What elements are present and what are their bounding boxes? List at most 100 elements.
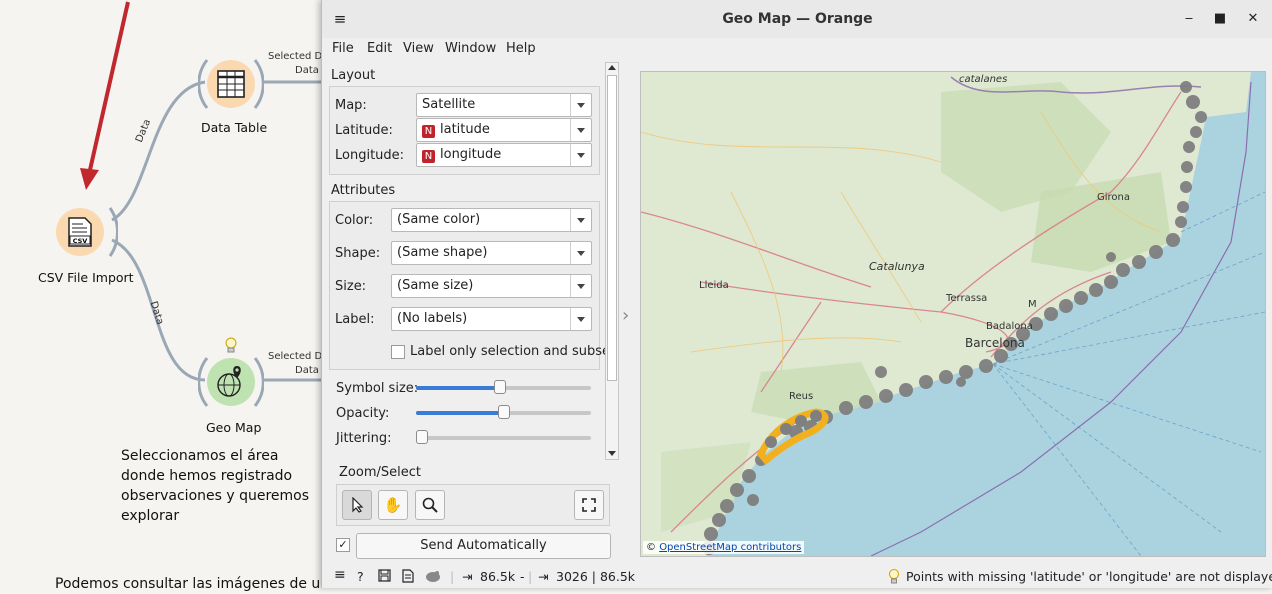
color-value: (Same color) [397, 212, 481, 227]
label-combo[interactable]: (No labels) [391, 307, 592, 331]
send-automatically-checkbox[interactable]: ✓ [336, 538, 350, 552]
map-view[interactable]: catalanes Girona Catalunya Lleida Terras… [640, 71, 1266, 557]
canvas-bottom-note[interactable]: Podemos consultar las imágenes de una [55, 574, 338, 594]
map-label: Map: [335, 98, 367, 113]
map-value: Satellite [422, 97, 476, 112]
csv-file-icon: CSV [68, 217, 92, 247]
save-icon[interactable] [378, 569, 391, 585]
hamburger-menu-icon[interactable]: ≡ [334, 567, 346, 583]
lightbulb-icon [888, 569, 900, 587]
edge-label-selected-1: Selected Da [268, 51, 329, 62]
scroll-down-icon[interactable] [608, 451, 616, 456]
chevron-down-icon [570, 94, 591, 116]
slider-handle[interactable] [494, 380, 506, 394]
input-data-icon: ⇥ [462, 569, 473, 584]
note-line: donde hemos registrado [121, 468, 293, 484]
edge-label-selected-2: Selected Da [268, 351, 329, 362]
node-brackets [197, 357, 265, 407]
canvas-note[interactable]: Seleccionamos el área donde hemos regist… [121, 446, 309, 526]
chevron-down-icon [570, 119, 591, 141]
map-attribution: © OpenStreetMap contributors [643, 541, 805, 554]
size-combo[interactable]: (Same size) [391, 274, 592, 298]
note-line: Seleccionamos el área [121, 448, 279, 464]
jittering-label: Jittering: [336, 431, 392, 446]
longitude-combo[interactable]: Nlongitude [416, 143, 592, 167]
table-icon [217, 70, 245, 98]
help-icon[interactable]: ? [357, 569, 364, 584]
input-summary: 86.5k [480, 569, 516, 584]
symbol-size-slider[interactable] [416, 380, 591, 394]
geo-map-window: ≡ Geo Map — Orange ‒ ■ ✕ File Edit View … [321, 0, 1272, 588]
label-only-selection-label: Label only selection and subset [410, 344, 616, 359]
report-icon[interactable] [402, 569, 414, 586]
edge-label-data-out-1: Data [295, 65, 319, 76]
opacity-slider[interactable] [416, 405, 591, 419]
map-place-catalanes: catalanes [959, 74, 1008, 85]
fit-extent-icon[interactable] [574, 490, 604, 520]
status-bar: ≡ ? | ⇥ 86.5k - | ⇥ 3026 | 86.5k Points … [322, 565, 1272, 588]
node-data-table[interactable] [197, 56, 265, 112]
label-value: (No labels) [397, 311, 468, 326]
color-label: Color: [335, 213, 374, 228]
map-canvas[interactable] [641, 72, 1265, 556]
longitude-value: longitude [440, 147, 502, 162]
color-combo[interactable]: (Same color) [391, 208, 592, 232]
map-place-m: M [1028, 299, 1037, 310]
node-brackets [197, 59, 265, 109]
node-csv-import[interactable]: CSV [56, 204, 119, 260]
numeric-badge-icon: N [422, 150, 435, 163]
red-arrow-head [80, 168, 99, 190]
shape-combo[interactable]: (Same shape) [391, 241, 592, 265]
red-arrow [88, 1, 130, 171]
attribution-prefix: © [646, 542, 656, 553]
numeric-badge-icon: N [422, 125, 435, 138]
title-bar: ≡ Geo Map — Orange ‒ ■ ✕ [322, 0, 1272, 39]
menu-edit[interactable]: Edit [367, 41, 392, 56]
edge-label-data-out-2: Data [295, 365, 319, 376]
controls-scrollbar[interactable] [605, 62, 619, 460]
slider-handle[interactable] [498, 405, 510, 419]
slider-handle[interactable] [416, 430, 428, 444]
chevron-down-icon [570, 144, 591, 166]
node-label-data-table: Data Table [201, 120, 268, 135]
status-divider: | [450, 569, 455, 584]
menu-window[interactable]: Window [445, 41, 496, 56]
send-automatically-button[interactable]: Send Automatically [356, 533, 611, 559]
link-csv-to-datatable[interactable] [111, 80, 206, 222]
select-pointer-icon[interactable] [342, 490, 372, 520]
node-brackets: CSV [56, 207, 119, 257]
collapse-panel-chevron-icon[interactable]: › [622, 305, 629, 326]
label-only-selection-checkbox[interactable] [391, 345, 405, 359]
scroll-up-icon[interactable] [608, 65, 616, 70]
close-icon[interactable]: ✕ [1243, 9, 1263, 29]
lightbulb-icon[interactable] [224, 337, 238, 355]
jittering-slider[interactable] [416, 430, 591, 444]
maximize-icon[interactable]: ■ [1210, 9, 1230, 29]
pan-hand-icon[interactable]: ✋ [378, 490, 408, 520]
latitude-combo[interactable]: Nlatitude [416, 118, 592, 142]
zoom-magnifier-icon[interactable] [415, 490, 445, 520]
map-place-catalunya: Catalunya [869, 260, 925, 273]
note-line: explorar [121, 508, 180, 524]
menu-view[interactable]: View [403, 41, 434, 56]
chevron-down-icon [570, 209, 591, 231]
node-geo-map[interactable] [197, 354, 265, 410]
output-summary: 3026 | 86.5k [556, 569, 636, 584]
map-place-reus: Reus [789, 391, 814, 402]
layout-section-title: Layout [331, 68, 376, 83]
minimize-icon[interactable]: ‒ [1179, 9, 1199, 29]
menu-help[interactable]: Help [506, 41, 536, 56]
map-combo[interactable]: Satellite [416, 93, 592, 117]
menu-bar: File Edit View Window Help [322, 38, 1272, 60]
shape-label: Shape: [335, 246, 381, 261]
openstreetmap-link[interactable]: OpenStreetMap contributors [659, 542, 801, 553]
shape-value: (Same shape) [397, 245, 488, 260]
scroll-thumb[interactable] [607, 75, 617, 381]
chevron-down-icon [570, 242, 591, 264]
map-place-terrassa: Terrassa [946, 293, 988, 304]
longitude-label: Longitude: [335, 148, 405, 163]
menu-file[interactable]: File [332, 41, 354, 56]
visual-settings-icon[interactable] [425, 569, 441, 586]
map-place-lleida: Lleida [699, 280, 729, 291]
size-value: (Same size) [397, 278, 474, 293]
